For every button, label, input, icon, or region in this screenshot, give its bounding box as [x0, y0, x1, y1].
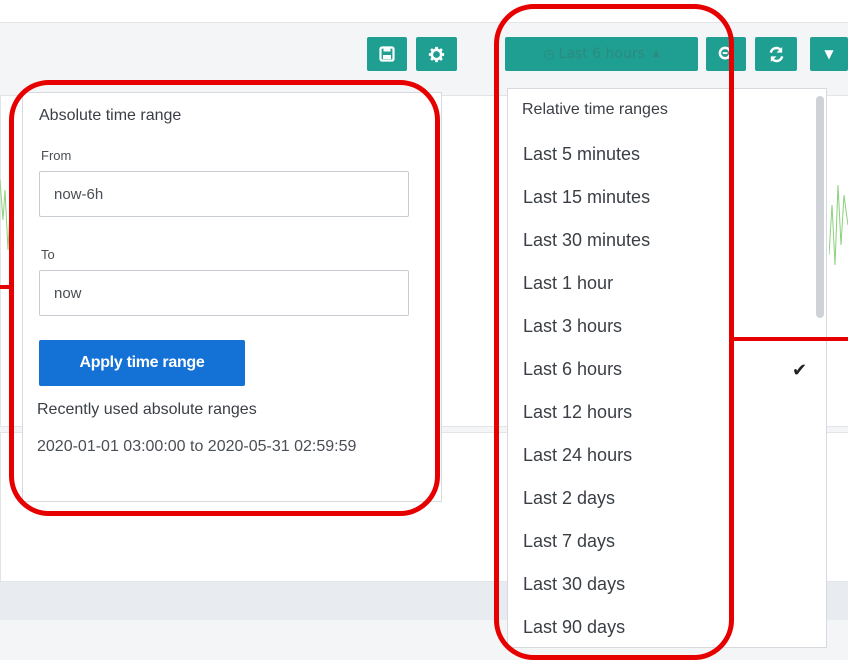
- clock-icon: ◷: [543, 46, 555, 62]
- save-icon: [379, 46, 395, 62]
- relative-range-item[interactable]: Last 1 hour: [523, 273, 613, 294]
- relative-ranges-title: Relative time ranges: [522, 101, 668, 118]
- recent-range-item[interactable]: 2020-01-01 03:00:00 to 2020-05-31 02:59:…: [37, 438, 417, 455]
- recent-ranges-title: Recently used absolute ranges: [37, 401, 257, 418]
- refresh-button[interactable]: [755, 37, 797, 71]
- checkmark-icon: ✔: [792, 360, 808, 380]
- caret-up-icon: ▲: [652, 49, 660, 59]
- zoom-out-icon: [718, 46, 734, 62]
- refresh-interval-dropdown[interactable]: ▼: [810, 37, 848, 71]
- relative-range-item[interactable]: Last 5 minutes: [523, 144, 640, 165]
- zoom-out-button[interactable]: [706, 37, 746, 71]
- time-picker-label: Last 6 hours: [558, 46, 645, 62]
- relative-range-item[interactable]: Last 7 days: [523, 531, 615, 552]
- relative-range-item[interactable]: Last 12 hours: [523, 402, 632, 423]
- chart-line-left: [0, 179, 10, 251]
- relative-time-range-dropdown: Relative time ranges Last 5 minutes Last…: [507, 88, 827, 648]
- absolute-time-range-panel: Absolute time range From To Apply time r…: [22, 92, 442, 502]
- relative-range-item[interactable]: Last 90 days: [523, 617, 625, 638]
- save-dashboard-button[interactable]: [367, 37, 407, 71]
- chart-line-right: [829, 184, 848, 266]
- from-label: From: [41, 148, 72, 163]
- to-input[interactable]: [39, 270, 409, 316]
- caret-down-icon: ▼: [824, 47, 834, 61]
- to-label: To: [41, 247, 55, 262]
- refresh-icon: [769, 46, 783, 62]
- relative-range-item[interactable]: Last 30 days: [523, 574, 625, 595]
- relative-range-item-selected[interactable]: Last 6 hours: [523, 359, 622, 380]
- relative-range-item[interactable]: Last 30 minutes: [523, 230, 650, 251]
- absolute-range-title: Absolute time range: [39, 107, 182, 124]
- from-input[interactable]: [39, 171, 409, 217]
- relative-range-item[interactable]: Last 24 hours: [523, 445, 632, 466]
- dropdown-scrollbar[interactable]: [816, 96, 824, 318]
- relative-range-item[interactable]: Last 3 hours: [523, 316, 622, 337]
- time-picker-button[interactable]: ◷ Last 6 hours ▲: [505, 37, 698, 71]
- apply-time-range-button[interactable]: Apply time range: [39, 340, 245, 386]
- relative-range-item[interactable]: Last 15 minutes: [523, 187, 650, 208]
- dashboard-settings-button[interactable]: [416, 37, 457, 71]
- relative-range-item[interactable]: Last 2 days: [523, 488, 615, 509]
- top-strip: [0, 0, 848, 23]
- gear-icon: [428, 46, 445, 62]
